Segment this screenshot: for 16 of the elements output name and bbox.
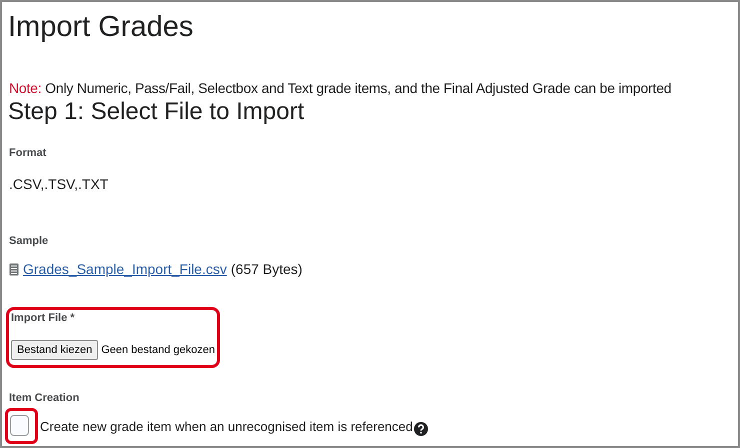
checkbox[interactable]	[10, 415, 29, 436]
field-label: Sample	[9, 234, 48, 248]
file-size: (657 Bytes)	[230, 260, 302, 279]
note-text: Note: Only Numeric, Pass/Fail, Selectbox and Text grade items, and the Final Adjusted Grade can be imported	[9, 80, 672, 96]
field-label: Import File *	[11, 311, 75, 326]
format-value: .CSV,.TSV,.TXT	[9, 174, 108, 194]
field-label: Item Creation	[9, 391, 80, 406]
choose-file-button[interactable]: Bestand kiezen	[11, 340, 98, 360]
checkbox-label: Create new grade item when an unrecognised item is referenced	[40, 418, 413, 436]
document-icon	[9, 263, 19, 276]
step-heading: Step 1: Select File to Import	[7, 97, 304, 127]
file-status: Geen bestand gekozen	[101, 342, 215, 358]
help-icon[interactable]	[414, 422, 428, 436]
field-label: Format	[9, 146, 46, 161]
page-title: Import Grades	[8, 10, 194, 45]
sample-file-link[interactable]: Grades_Sample_Import_File.csv	[23, 259, 227, 280]
